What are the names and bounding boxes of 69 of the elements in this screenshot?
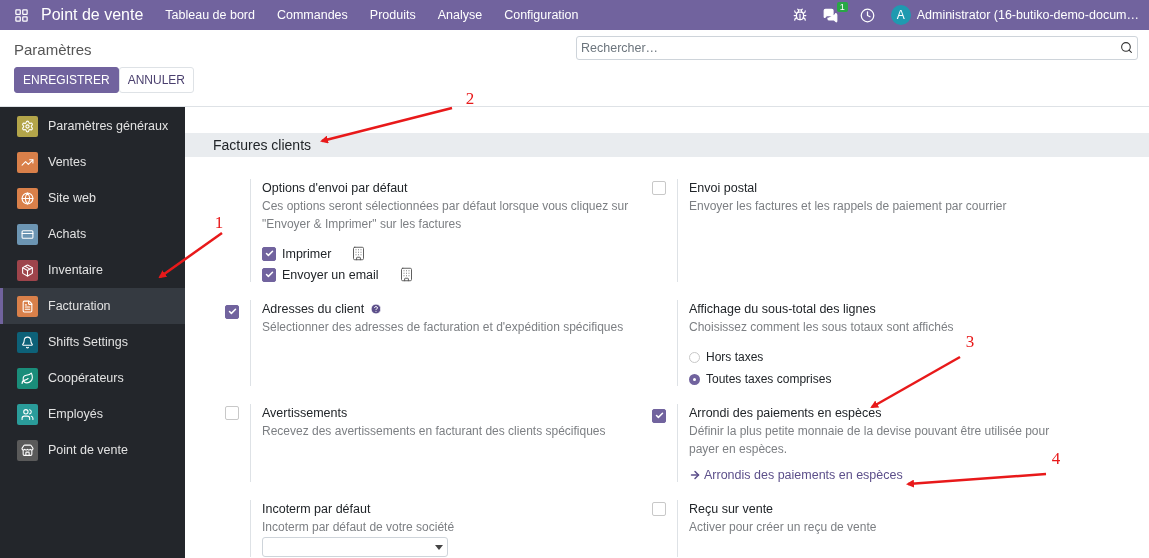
sidebar-item[interactable]: Ventes [0,144,185,180]
option-label: Envoyer un email [282,267,379,282]
checkbox[interactable] [225,406,239,420]
setting-description: Ces options seront sélectionnées par défaut lorsque vous cliquez sur "Envoyer & Imprimer" sur les factures [262,198,630,233]
menu-item[interactable]: Tableau de bord [165,8,255,22]
radio-label: Toutes taxes comprises [706,372,832,386]
setting-description: Envoyer les factures et les rappels de paiement par courrier [689,198,1007,215]
sidebar-item[interactable]: Site web [0,180,185,216]
setting-description: Recevez des avertissements en facturant des clients spécifiques [262,423,606,440]
help-icon[interactable] [370,303,383,315]
checkbox[interactable] [262,246,276,261]
section-header: Factures clients [185,133,1149,157]
setting-title: Adresses du client [262,300,383,318]
annotation-arrow [158,232,223,279]
sidebar-item[interactable]: Coopérateurs [0,360,185,396]
arrow-right-icon [689,469,701,481]
setting-title: Arrondi des paiements en espèces [689,405,882,422]
annotation-number: 1 [214,213,224,232]
setting-description: Choisissez comment les sous totaux sont affichés [689,319,954,336]
setting-title: Options d'envoi par défaut [262,180,408,197]
save-button[interactable]: ENREGISTRER [14,67,119,93]
sidebar-item[interactable]: Point de vente [0,432,185,468]
checkbox[interactable] [262,267,276,282]
annotation-number: 3 [965,332,975,351]
setting-description: Sélectionner des adresses de facturation et d'expédition spécifiques [262,319,624,336]
setting-description: Activer pour créer un reçu de vente [689,519,877,536]
checkbox[interactable] [225,304,239,319]
setting-title: Avertissements [262,405,348,422]
setting-description: Incoterm par défaut de votre société [262,519,455,536]
app-title[interactable]: Point de vente [41,6,144,24]
apps-menu-icon[interactable] [14,7,29,23]
radio-label: Hors taxes [706,350,764,364]
setting-title: Envoi postal [689,180,758,197]
sidebar-item[interactable]: Shifts Settings [0,324,185,360]
caret-icon [435,544,443,550]
select-field[interactable] [262,537,448,557]
menu-item[interactable]: Produits [369,8,416,22]
checkbox[interactable] [652,181,666,195]
radio-button[interactable] [689,351,700,363]
option-label: Imprimer [282,246,332,261]
clock-icon[interactable] [859,7,875,23]
checkbox[interactable] [652,502,666,516]
setting-title: Incoterm par défaut [262,501,371,518]
radio-button[interactable] [689,373,700,385]
building-icon[interactable] [351,246,367,261]
checkbox[interactable] [652,408,666,423]
annotation-number: 2 [465,89,475,108]
user-name[interactable]: Administrator (16-butiko-demo-docum… [916,8,1139,22]
settings-link[interactable]: Arrondis des paiements en espèces [689,468,1059,482]
sidebar-item[interactable]: Employés [0,396,185,432]
annotation-number: 4 [1051,449,1061,468]
cancel-button[interactable]: ANNULER [118,67,195,93]
page-title: Paramètres [14,41,93,58]
chat-icon[interactable] [822,7,838,23]
menu-item[interactable]: Commandes [276,8,348,22]
menu-item[interactable]: Analyse [437,8,483,22]
bug-icon[interactable] [792,8,807,22]
sidebar-item[interactable]: Inventaire [0,252,185,288]
notification-badge: 1 [836,1,848,12]
sidebar-item[interactable]: Achats [0,216,185,252]
menu-item[interactable]: Configuration [504,8,579,22]
building-icon[interactable] [398,267,414,282]
setting-title: Reçu sur vente [689,501,774,518]
setting-description: Définir la plus petite monnaie de la devise pouvant être utilisée pour payer en espèces. [689,423,1051,458]
search-icon[interactable] [1120,41,1133,54]
search-field[interactable]: Rechercher… [576,36,1138,60]
sidebar-item[interactable]: Facturation [0,288,185,324]
sidebar-item[interactable]: Paramètres généraux [0,108,185,144]
setting-title: Affichage du sous-total des lignes [689,301,876,318]
